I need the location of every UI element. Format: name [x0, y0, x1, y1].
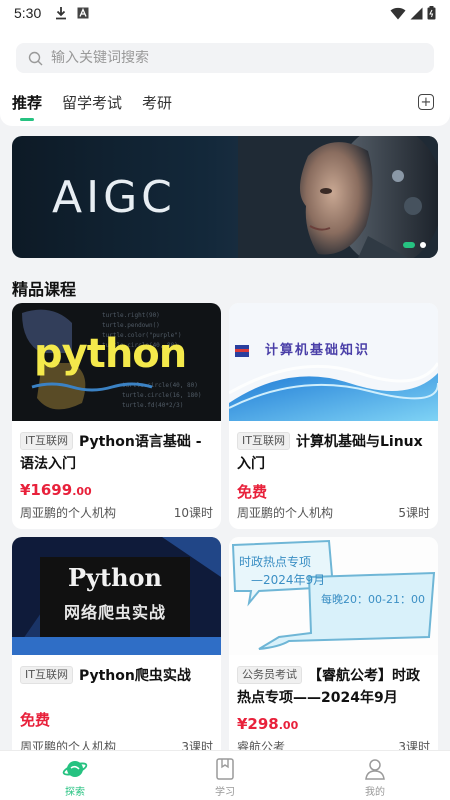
nav-mine[interactable]: 我的 — [300, 751, 450, 800]
course-cover-image: Python 网络爬虫实战 — [12, 537, 221, 655]
signal-icon — [410, 7, 423, 19]
course-card[interactable]: turtle.right(90) turtle.pendown() turtle… — [12, 303, 221, 529]
battery-icon — [427, 6, 436, 20]
search-icon — [28, 51, 43, 65]
course-tag: IT互联网 — [20, 432, 73, 450]
course-price: 免费 — [12, 687, 221, 730]
price-decimal: .00 — [72, 485, 92, 498]
category-tabs: 推荐 留学考试 考研 — [12, 92, 172, 113]
course-tag: IT互联网 — [20, 666, 73, 684]
course-org: 周亚鹏的个人机构 — [237, 506, 334, 520]
tab-postgraduate[interactable]: 考研 — [142, 92, 172, 113]
svg-text:turtle.pendown(): turtle.pendown() — [102, 322, 160, 329]
status-bar: 5:30 — [0, 0, 450, 26]
course-cover-text: python — [34, 331, 187, 377]
status-time: 5:30 — [14, 5, 42, 21]
course-price: 免费 — [229, 475, 438, 502]
course-cover-subtext: —2024年9月 — [251, 573, 326, 587]
svg-text:turtle.fd(40*2/3): turtle.fd(40*2/3) — [122, 402, 183, 409]
course-lessons: 10课时 — [173, 506, 213, 520]
header: 推荐 留学考试 考研 + — [0, 26, 450, 126]
course-cover-text: 计算机基础知识 — [265, 343, 371, 358]
add-tab-icon[interactable]: + — [418, 94, 434, 110]
course-card[interactable]: 计算机基础知识 IT互联网 计算机基础与Linux入门 免费 周亚鹏的个人机构 5课… — [229, 303, 438, 529]
price-main: ¥298 — [237, 715, 279, 733]
banner-robot-face-image — [238, 136, 438, 258]
course-tag: 公务员考试 — [237, 666, 302, 684]
nav-study[interactable]: 学习 — [150, 751, 300, 800]
download-icon — [56, 7, 67, 20]
bottom-nav: 探索 学习 我的 — [0, 750, 450, 800]
nav-explore-label: 探索 — [65, 787, 85, 798]
banner-title: AIGC — [52, 172, 176, 223]
course-price: ¥298.00 — [229, 709, 438, 733]
course-cover-image: 时政热点专项 —2024年9月 每晚20：00-21：00 — [229, 537, 438, 655]
svg-text:turtle.right(90): turtle.right(90) — [102, 312, 160, 319]
nav-mine-label: 我的 — [365, 787, 385, 798]
course-price: ¥1699.00 — [12, 475, 221, 499]
banner-dot-2[interactable] — [420, 242, 426, 248]
section-title: 精品课程 — [12, 280, 77, 299]
svg-text:turtle.circle(16, 180): turtle.circle(16, 180) — [122, 392, 201, 399]
tab-study-abroad-exam[interactable]: 留学考试 — [62, 92, 122, 113]
course-title: Python爬虫实战 — [78, 668, 191, 684]
course-cover-text: Python — [68, 563, 162, 592]
search-bar[interactable] — [16, 43, 434, 73]
course-tag: IT互联网 — [237, 432, 290, 450]
price-main: 免费 — [237, 483, 268, 501]
price-main: 免费 — [20, 711, 51, 729]
banner-indicator — [403, 242, 426, 248]
course-cover-time: 每晚20：00-21：00 — [321, 593, 425, 606]
course-cover-text: 时政热点专项 — [239, 555, 312, 569]
course-org: 周亚鹏的个人机构 — [20, 506, 117, 520]
book-icon — [216, 758, 234, 780]
course-cover-image: 计算机基础知识 — [229, 303, 438, 421]
price-decimal: .00 — [278, 719, 299, 732]
course-lessons: 5课时 — [398, 506, 430, 520]
nav-study-label: 学习 — [215, 787, 235, 798]
price-main: ¥1699 — [20, 481, 73, 499]
tab-recommend[interactable]: 推荐 — [12, 92, 42, 113]
banner-carousel[interactable]: AIGC — [12, 136, 438, 258]
course-cover-image: turtle.right(90) turtle.pendown() turtle… — [12, 303, 221, 421]
wifi-icon — [390, 7, 406, 19]
course-cover-subtext: 网络爬虫实战 — [63, 603, 166, 622]
search-input[interactable] — [51, 50, 391, 66]
banner-dot-1[interactable] — [403, 242, 415, 248]
course-card[interactable]: 时政热点专项 —2024年9月 每晚20：00-21：00 公务员考试 【睿航公考… — [229, 537, 438, 763]
user-icon — [365, 759, 385, 780]
notification-a-icon — [77, 7, 89, 19]
planet-icon — [62, 761, 88, 777]
nav-explore[interactable]: 探索 — [0, 751, 150, 800]
course-card[interactable]: Python 网络爬虫实战 IT互联网 Python爬虫实战 免费 周亚鹏的个人机… — [12, 537, 221, 763]
